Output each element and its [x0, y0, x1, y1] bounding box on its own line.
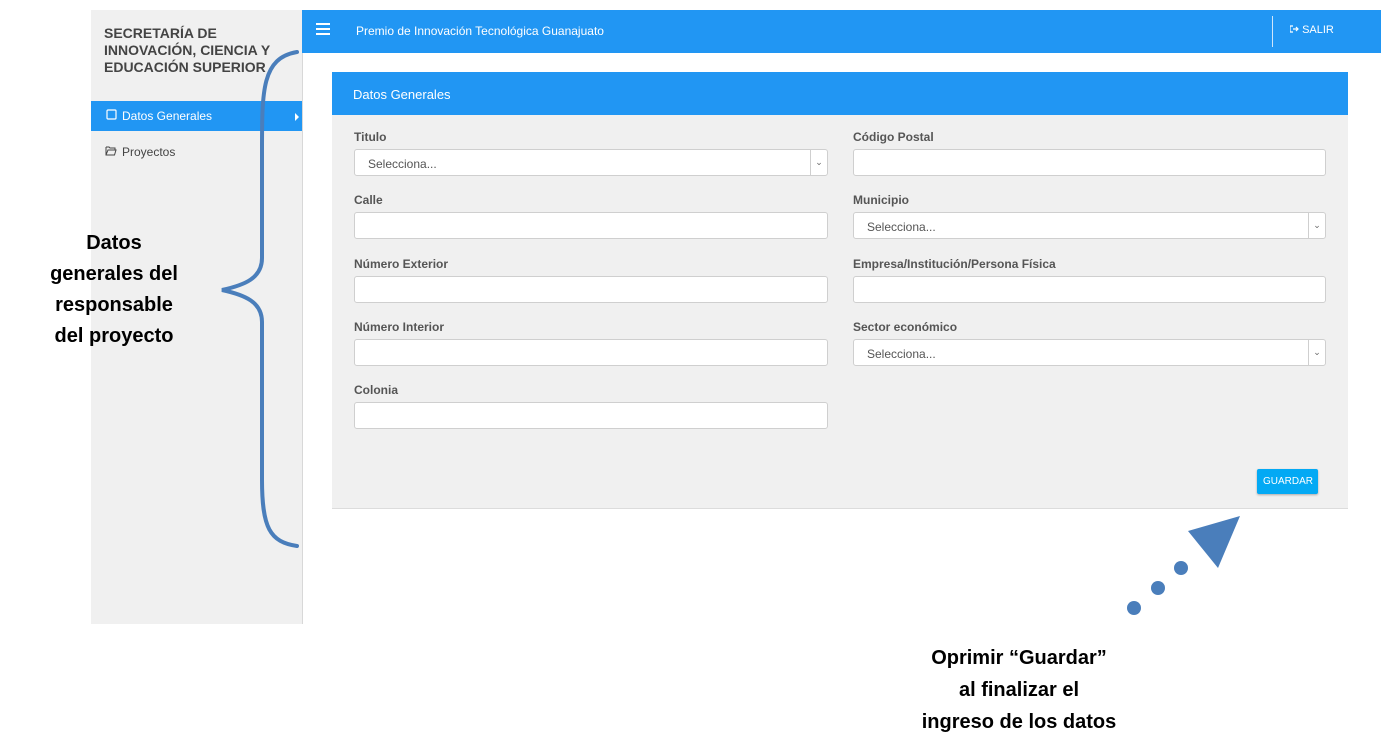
empresa-input[interactable] [853, 276, 1326, 303]
arrow-dot [1174, 561, 1188, 575]
sidebar-item-label: Proyectos [122, 145, 176, 159]
top-navbar: Premio de Innovación Tecnológica Guanaju… [302, 10, 1381, 53]
menu-icon[interactable] [316, 23, 330, 35]
annotation-line: al finalizar el [958, 679, 1080, 701]
sector-label: Sector económico [853, 320, 958, 334]
arrow-dot [1127, 601, 1141, 615]
logout-label: SALIR [1302, 24, 1334, 36]
folder-open-icon [104, 138, 118, 168]
card-title: Datos Generales [353, 87, 451, 102]
colonia-input[interactable] [354, 402, 828, 429]
sidebar-item-label: Datos Generales [122, 109, 213, 123]
sidebar-item-proyectos[interactable]: Proyectos [91, 137, 302, 167]
datos-generales-card: Datos Generales Titulo Selecciona... ⌄ C… [332, 72, 1348, 509]
save-button[interactable]: GUARDAR [1257, 469, 1318, 494]
municipio-label: Municipio [853, 193, 909, 207]
titulo-selected-value: Selecciona... [368, 157, 437, 171]
chevron-down-icon: ⌄ [1308, 340, 1325, 365]
annotation-line: responsable [55, 294, 173, 316]
document-icon [104, 102, 118, 132]
codigo-postal-label: Código Postal [853, 130, 934, 144]
caret-right-icon [295, 113, 299, 121]
sign-out-icon [1289, 24, 1302, 36]
annotation-line: generales del [50, 263, 178, 285]
navbar-divider [1272, 16, 1273, 47]
annotation-line: del proyecto [54, 325, 174, 347]
chevron-down-icon: ⌄ [810, 150, 827, 175]
chevron-down-icon: ⌄ [1308, 213, 1325, 238]
titulo-select[interactable]: Selecciona... ⌄ [354, 149, 828, 176]
annotation-line: ingreso de los datos [921, 711, 1117, 733]
numero-exterior-input[interactable] [354, 276, 828, 303]
colonia-label: Colonia [354, 383, 398, 397]
codigo-postal-input[interactable] [853, 149, 1326, 176]
organization-title: SECRETARÍA DE INNOVACIÓN, CIENCIA Y EDUC… [104, 25, 270, 75]
annotation-bottom: Oprimir “Guardar” al finalizar el ingres… [869, 642, 1169, 738]
arrow-dot [1151, 581, 1165, 595]
numero-interior-label: Número Interior [354, 320, 445, 334]
titulo-label: Titulo [354, 130, 387, 144]
annotation-left: Datos generales del responsable del proy… [0, 228, 228, 352]
annotation-line: Oprimir “Guardar” [931, 647, 1107, 669]
app-title: Premio de Innovación Tecnológica Guanaju… [356, 24, 604, 38]
municipio-selected-value: Selecciona... [867, 220, 936, 234]
numero-interior-input[interactable] [354, 339, 828, 366]
calle-input[interactable] [354, 212, 828, 239]
sidebar-item-datos-generales[interactable]: Datos Generales [91, 101, 302, 131]
sector-selected-value: Selecciona... [867, 347, 936, 361]
card-header: Datos Generales [332, 72, 1348, 115]
sector-select[interactable]: Selecciona... ⌄ [853, 339, 1326, 366]
logout-button[interactable]: SALIR [1289, 24, 1334, 36]
empresa-label: Empresa/Institución/Persona Física [853, 257, 1056, 271]
numero-exterior-label: Número Exterior [354, 257, 449, 271]
calle-label: Calle [354, 193, 383, 207]
annotation-line: Datos [86, 232, 142, 254]
municipio-select[interactable]: Selecciona... ⌄ [853, 212, 1326, 239]
arrow-head [1188, 516, 1240, 568]
